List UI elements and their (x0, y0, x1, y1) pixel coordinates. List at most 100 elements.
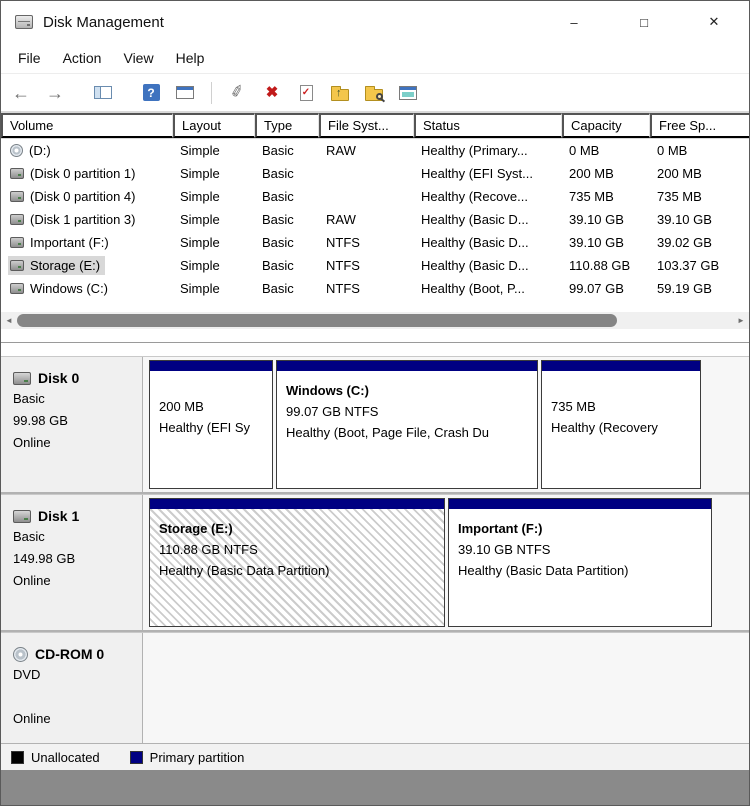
capacity-cell: 0 MB (569, 143, 600, 158)
console-tree-icon[interactable] (89, 79, 117, 107)
disk-status: Online (13, 711, 51, 726)
freespace-cell: 39.02 GB (657, 235, 712, 250)
partition-title: Important (F:) (458, 521, 543, 536)
layout-cell: Simple (180, 235, 220, 250)
horizontal-scrollbar[interactable]: ◄ ► (1, 312, 749, 329)
partition-status: Healthy (Basic Data Partition) (458, 563, 629, 578)
freespace-cell: 39.10 GB (657, 212, 712, 227)
disk-size (13, 689, 136, 706)
column-header-status[interactable]: Status (414, 113, 562, 138)
partition-title: Storage (E:) (159, 521, 233, 536)
partition-size: 39.10 GB NTFS (458, 542, 551, 557)
partition-color-bar (449, 499, 711, 509)
disk-0-label[interactable]: Disk 0 Basic 99.98 GB Online (1, 357, 143, 492)
partition-important-f[interactable]: Important (F:) 39.10 GB NTFS Healthy (Ba… (448, 498, 712, 627)
layout-cell: Simple (180, 212, 220, 227)
help-icon[interactable]: ? (137, 79, 165, 107)
table-row-d[interactable]: (D:) Simple Basic RAW Healthy (Primary..… (1, 139, 749, 162)
disk-1-partitions: Storage (E:) 110.88 GB NTFS Healthy (Bas… (143, 495, 749, 630)
volume-table: (D:) Simple Basic RAW Healthy (Primary..… (1, 139, 749, 306)
disk-size: 149.98 GB (13, 551, 76, 566)
table-row-storage-e[interactable]: Storage (E:) Simple Basic NTFS Healthy (… (1, 254, 749, 277)
cdrom-0-media-area[interactable] (143, 633, 749, 743)
scrollbar-track[interactable] (17, 312, 733, 329)
capacity-cell: 110.88 GB (569, 258, 631, 273)
column-header-type[interactable]: Type (255, 113, 319, 138)
drive-icon (10, 168, 24, 179)
freespace-cell: 0 MB (657, 143, 688, 158)
console-screen-icon[interactable] (394, 79, 422, 107)
disk-type: DVD (13, 667, 41, 682)
volume-cell: Windows (C:) (1, 279, 173, 298)
status-cell: Healthy (Basic D... (421, 235, 529, 250)
cd-icon (10, 144, 23, 157)
toolbar: ← → ? ✐ ✖ ✓ ↑ (1, 74, 749, 112)
maximize-button[interactable]: □ (609, 1, 679, 43)
column-header-layout[interactable]: Layout (173, 113, 255, 138)
partition-storage-e[interactable]: Storage (E:) 110.88 GB NTFS Healthy (Bas… (149, 498, 445, 627)
partition-efi-system[interactable]: 200 MB Healthy (EFI Sy (149, 360, 273, 489)
menu-item-view[interactable]: View (112, 46, 164, 70)
capacity-cell: 735 MB (569, 189, 614, 204)
checklist-icon[interactable]: ✓ (292, 79, 320, 107)
close-button[interactable]: ✕ (679, 1, 749, 43)
properties-window-icon[interactable] (171, 79, 199, 107)
disk-0-row: Disk 0 Basic 99.98 GB Online 200 MB Heal… (1, 356, 749, 494)
back-icon[interactable]: ← (7, 79, 35, 107)
disk-size: 99.98 GB (13, 413, 68, 428)
scroll-left-arrow[interactable]: ◄ (1, 316, 17, 325)
minimize-button[interactable]: – (539, 1, 609, 43)
volume-cell: (Disk 1 partition 3) (1, 210, 173, 229)
filesystem-cell: NTFS (326, 235, 360, 250)
disk-name: Disk 0 (38, 370, 80, 386)
explore-folder-icon[interactable] (360, 79, 388, 107)
wand-icon[interactable]: ✐ (224, 79, 252, 107)
volume-cell: Important (F:) (1, 233, 173, 252)
bottom-strip (1, 770, 749, 805)
scroll-right-arrow[interactable]: ► (733, 316, 749, 325)
disk-1-label[interactable]: Disk 1 Basic 149.98 GB Online (1, 495, 143, 630)
disk-management-window: Disk Management – □ ✕ File Action View H… (0, 0, 750, 806)
table-row-disk0-partition1[interactable]: (Disk 0 partition 1) Simple Basic Health… (1, 162, 749, 185)
table-row-disk0-partition4[interactable]: (Disk 0 partition 4) Simple Basic Health… (1, 185, 749, 208)
open-folder-icon[interactable]: ↑ (326, 79, 354, 107)
unallocated-swatch (11, 750, 24, 764)
disk-type: Basic (13, 391, 45, 406)
hard-disk-icon (13, 371, 31, 385)
volume-cell: (Disk 0 partition 4) (1, 187, 173, 206)
delete-volume-icon[interactable]: ✖ (258, 79, 286, 107)
volume-cell: Storage (E:) (1, 256, 173, 275)
cdrom-0-label[interactable]: CD-ROM 0 DVD Online (1, 633, 143, 743)
cdrom-0-row: CD-ROM 0 DVD Online (1, 632, 749, 743)
partition-windows-c[interactable]: Windows (C:) 99.07 GB NTFS Healthy (Boot… (276, 360, 538, 489)
freespace-cell: 735 MB (657, 189, 702, 204)
column-header-free-space[interactable]: Free Sp... (650, 113, 749, 138)
column-header-capacity[interactable]: Capacity (562, 113, 650, 138)
partition-title: Windows (C:) (286, 383, 369, 398)
capacity-cell: 39.10 GB (569, 235, 624, 250)
table-row-windows-c[interactable]: Windows (C:) Simple Basic NTFS Healthy (… (1, 277, 749, 300)
partition-size: 735 MB (551, 399, 596, 414)
forward-icon[interactable]: → (41, 79, 69, 107)
primary-partition-swatch (129, 750, 143, 764)
partition-recovery[interactable]: 735 MB Healthy (Recovery (541, 360, 701, 489)
layout-cell: Simple (180, 143, 220, 158)
partition-color-bar (150, 499, 444, 509)
disk-management-app-icon (15, 15, 33, 29)
menu-item-action[interactable]: Action (52, 46, 113, 70)
table-row-disk1-partition3[interactable]: (Disk 1 partition 3) Simple Basic RAW He… (1, 208, 749, 231)
window-controls: – □ ✕ (539, 1, 749, 43)
type-cell: Basic (262, 281, 294, 296)
layout-cell: Simple (180, 189, 220, 204)
column-header-volume[interactable]: Volume (1, 113, 173, 138)
table-row-important-f[interactable]: Important (F:) Simple Basic NTFS Healthy… (1, 231, 749, 254)
type-cell: Basic (262, 258, 294, 273)
legend-item-unallocated: Unallocated (11, 750, 100, 765)
column-header-file-system[interactable]: File Syst... (319, 113, 414, 138)
type-cell: Basic (262, 189, 294, 204)
menu-item-file[interactable]: File (7, 46, 52, 70)
freespace-cell: 200 MB (657, 166, 702, 181)
toolbar-separator (211, 81, 212, 104)
menu-item-help[interactable]: Help (165, 46, 216, 70)
scrollbar-thumb[interactable] (17, 314, 617, 327)
